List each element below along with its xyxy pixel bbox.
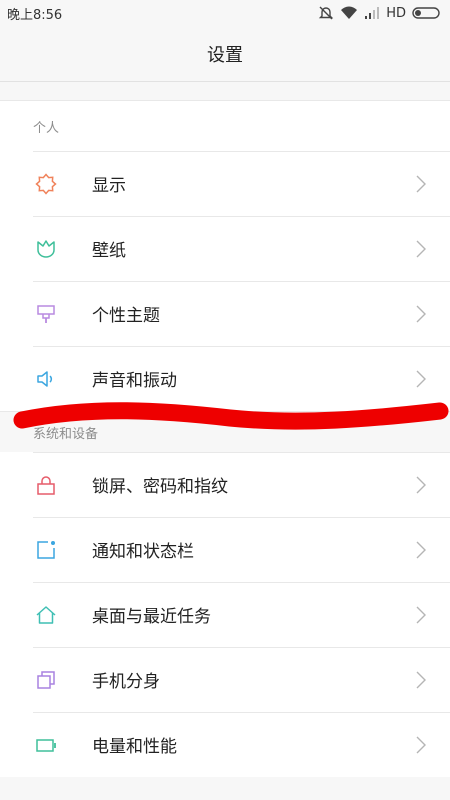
chevron-right-icon xyxy=(416,370,426,388)
settings-item-lockscreen[interactable]: 锁屏、密码和指纹 xyxy=(0,452,450,517)
battery-icon xyxy=(33,732,59,758)
page-title: 设置 xyxy=(207,44,243,66)
settings-item-home[interactable]: 桌面与最近任务 xyxy=(0,582,450,647)
settings-item-label: 显示 xyxy=(92,176,126,196)
settings-item-sound[interactable]: 声音和振动 xyxy=(0,346,450,411)
chevron-right-icon xyxy=(416,736,426,754)
section-personal: 个人 显示 壁纸 个性主题 声音和振动 xyxy=(0,100,450,411)
settings-item-label: 壁纸 xyxy=(92,241,126,261)
settings-item-label: 手机分身 xyxy=(92,672,160,692)
settings-item-label: 电量和性能 xyxy=(92,737,177,757)
settings-item-label: 通知和状态栏 xyxy=(92,542,194,562)
settings-item-theme[interactable]: 个性主题 xyxy=(0,281,450,346)
settings-item-label: 桌面与最近任务 xyxy=(92,607,211,627)
section-title: 系统和设备 xyxy=(33,426,99,442)
settings-item-label: 个性主题 xyxy=(92,306,160,326)
brightness-icon xyxy=(33,171,59,197)
network-type: HD xyxy=(386,5,406,21)
home-icon xyxy=(33,602,59,628)
status-time: 晚上8:56 xyxy=(7,7,63,23)
section-header-system: 系统和设备 xyxy=(0,411,450,452)
settings-item-display[interactable]: 显示 xyxy=(0,151,450,216)
page-title-bar: 设置 xyxy=(0,26,450,82)
section-header-personal: 个人 xyxy=(0,100,450,151)
status-bar: 晚上8:56 HD xyxy=(0,0,450,26)
status-icons: HD xyxy=(318,5,442,21)
chevron-right-icon xyxy=(416,541,426,559)
chevron-right-icon xyxy=(416,240,426,258)
speaker-icon xyxy=(33,366,59,392)
chevron-right-icon xyxy=(416,606,426,624)
settings-item-battery[interactable]: 电量和性能 xyxy=(0,712,450,777)
chevron-right-icon xyxy=(416,305,426,323)
chevron-right-icon xyxy=(416,175,426,193)
settings-item-label: 锁屏、密码和指纹 xyxy=(92,477,228,497)
dual-app-icon xyxy=(33,667,59,693)
spacer xyxy=(0,82,450,100)
chevron-right-icon xyxy=(416,671,426,689)
section-title: 个人 xyxy=(33,120,60,136)
chevron-right-icon xyxy=(416,476,426,494)
battery-status-icon xyxy=(412,7,440,19)
theme-icon xyxy=(33,301,59,327)
settings-item-label: 声音和振动 xyxy=(92,371,177,391)
notification-icon xyxy=(33,537,59,563)
settings-item-notifications[interactable]: 通知和状态栏 xyxy=(0,517,450,582)
mute-bell-icon xyxy=(319,6,334,20)
lock-icon xyxy=(33,472,59,498)
settings-item-dual-apps[interactable]: 手机分身 xyxy=(0,647,450,712)
wallpaper-icon xyxy=(33,236,59,262)
section-system: 系统和设备 锁屏、密码和指纹 通知和状态栏 桌面与最近任务 手机分身 电量和性能 xyxy=(0,411,450,777)
wifi-icon xyxy=(341,6,358,19)
settings-item-wallpaper[interactable]: 壁纸 xyxy=(0,216,450,281)
signal-icon xyxy=(365,7,380,19)
